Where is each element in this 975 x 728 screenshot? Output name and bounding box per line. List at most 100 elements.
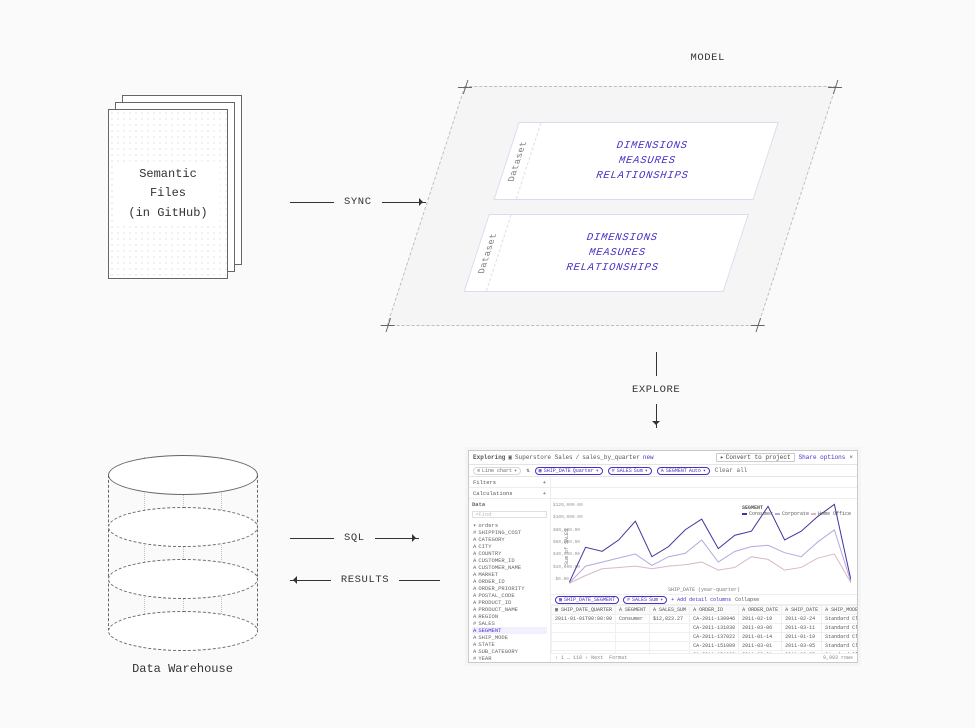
breadcrumb-exploring: Exploring bbox=[473, 454, 505, 461]
y-axis-pill[interactable]: # SALES Sum ▾ bbox=[608, 467, 652, 475]
field-row[interactable]: AMARKET bbox=[472, 571, 547, 578]
format-link[interactable]: Format bbox=[609, 655, 627, 661]
fields-search-input[interactable]: ⌕ Find bbox=[472, 511, 547, 518]
breadcrumb: Exploring ▣ Superstore Sales / sales_by_… bbox=[473, 454, 654, 461]
field-row[interactable]: AORDER_ID bbox=[472, 578, 547, 585]
model-area: MODEL Dataset DIMENSIONS MEASURES RELATI… bbox=[455, 42, 855, 342]
sync-label: SYNC bbox=[344, 196, 372, 208]
explorer-footer: ‹ 1 … 118 › Next Format 9,993 rows bbox=[551, 653, 857, 662]
files-line1: Semantic bbox=[133, 165, 203, 183]
field-row[interactable]: ASEGMENT bbox=[472, 627, 547, 634]
field-type-icon: # bbox=[473, 620, 476, 627]
sql-label: SQL bbox=[344, 532, 365, 544]
files-line2: Files bbox=[144, 184, 192, 202]
table-header: A ORDER_ID bbox=[690, 606, 739, 615]
convert-to-project-button[interactable]: ▸ Convert to project bbox=[716, 453, 794, 462]
dataset-box-1: Dataset DIMENSIONS MEASURES RELATIONSHIP… bbox=[493, 122, 778, 200]
breadcrumb-project: Superstore Sales bbox=[515, 454, 573, 461]
close-icon[interactable]: × bbox=[849, 454, 853, 461]
field-row[interactable]: #YEAR bbox=[472, 655, 547, 662]
field-row[interactable]: APRODUCT_ID bbox=[472, 599, 547, 606]
field-row[interactable]: #SHIPPING_COST bbox=[472, 529, 547, 536]
collapse-link[interactable]: Collapse bbox=[735, 597, 759, 603]
clear-all-link[interactable]: Clear all bbox=[715, 467, 747, 474]
convert-label: Convert to project bbox=[726, 454, 791, 461]
plus-icon[interactable]: + bbox=[543, 490, 546, 497]
field-row[interactable]: ▾orders bbox=[472, 522, 547, 529]
field-type-icon: # bbox=[473, 529, 476, 536]
term-relationships: RELATIONSHIPS bbox=[594, 170, 690, 182]
field-type-icon: A bbox=[473, 578, 476, 585]
field-row[interactable]: ASTATE bbox=[472, 641, 547, 648]
warehouse-label: Data Warehouse bbox=[100, 662, 265, 676]
save-icon: ▸ bbox=[720, 454, 724, 461]
table-row[interactable]: 2011-01-01T00:00:00Consumer$12,823.27CA-… bbox=[552, 615, 858, 624]
grid-col-1[interactable]: ▦ SHIP_DATE_SEGMENT bbox=[555, 596, 619, 604]
field-row[interactable]: ACITY bbox=[472, 543, 547, 550]
field-type-icon: A bbox=[473, 543, 476, 550]
field-type-icon: A bbox=[473, 634, 476, 641]
table-header: A SHIP_MODE bbox=[822, 606, 857, 615]
field-row[interactable]: APOSTAL_CODE bbox=[472, 592, 547, 599]
add-columns-link[interactable]: + Add detail columns bbox=[671, 597, 731, 603]
field-row[interactable]: ASUB_CATEGORY bbox=[472, 648, 547, 655]
color-by-pill[interactable]: A SEGMENT Auto ▾ bbox=[657, 467, 710, 475]
plus-icon bbox=[456, 80, 475, 94]
semantic-files-stack: Semantic Files (in GitHub) bbox=[108, 95, 242, 288]
calculations-panel-label[interactable]: Calculations bbox=[473, 490, 513, 497]
search-placeholder: Find bbox=[478, 511, 491, 518]
filters-panel-label[interactable]: Filters bbox=[473, 479, 496, 486]
swap-icon[interactable]: ⇅ bbox=[526, 467, 530, 474]
plus-icon bbox=[379, 318, 398, 332]
grid-col-2[interactable]: # SALES Sum ▾ bbox=[623, 596, 667, 604]
explore-label: EXPLORE bbox=[632, 384, 680, 396]
row-count: 9,993 rows bbox=[823, 655, 853, 661]
table-header: A ORDER_DATE bbox=[739, 606, 782, 615]
field-type-icon: # bbox=[473, 655, 476, 662]
field-row[interactable]: ACUSTOMER_NAME bbox=[472, 564, 547, 571]
calendar-icon: ▦ bbox=[539, 468, 542, 474]
table-row[interactable]: CA-2011-1310302011-03-062011-03-11Standa… bbox=[552, 624, 858, 633]
next-page-link[interactable]: Next bbox=[591, 655, 603, 661]
field-type-icon: A bbox=[473, 606, 476, 613]
explorer-topbar: Exploring ▣ Superstore Sales / sales_by_… bbox=[469, 451, 857, 465]
field-type-icon: A bbox=[473, 557, 476, 564]
table-header: A SALES_SUM bbox=[650, 606, 690, 615]
breadcrumb-tag: new bbox=[643, 454, 654, 461]
field-row[interactable]: APRODUCT_NAME bbox=[472, 606, 547, 613]
breadcrumb-dataset: sales_by_quarter bbox=[582, 454, 640, 461]
col-date: ▦ SHIP_DATE_QUARTER bbox=[552, 606, 616, 615]
field-type-icon: A bbox=[473, 550, 476, 557]
term-dimensions: DIMENSIONS bbox=[614, 140, 689, 152]
field-row[interactable]: ACUSTOMER_ID bbox=[472, 557, 547, 564]
data-grid: ▦ SHIP_DATE_QUARTERA SEGMENTA SALES_SUMA… bbox=[551, 605, 857, 653]
field-row[interactable]: ACOUNTRY bbox=[472, 550, 547, 557]
explore-arrow: EXPLORE bbox=[632, 352, 680, 428]
fields-sidebar: Data ⌕ Find ▾orders#SHIPPING_COSTACATEGO… bbox=[469, 499, 551, 662]
term-measures: MEASURES bbox=[617, 155, 678, 167]
table-row[interactable]: CA-2011-1370222011-01-142011-01-19Standa… bbox=[552, 633, 858, 642]
field-row[interactable]: ACATEGORY bbox=[472, 536, 547, 543]
field-row[interactable]: AREGION bbox=[472, 613, 547, 620]
field-type-icon: A bbox=[473, 627, 476, 634]
field-row[interactable]: AORDER_PRIORITY bbox=[472, 585, 547, 592]
table-header: A SHIP_DATE bbox=[782, 606, 822, 615]
field-type-icon: A bbox=[473, 613, 476, 620]
field-type-icon: A bbox=[473, 585, 476, 592]
fields-list: ▾orders#SHIPPING_COSTACATEGORYACITYACOUN… bbox=[472, 522, 547, 662]
field-type-icon: A bbox=[473, 648, 476, 655]
field-type-icon: A bbox=[473, 641, 476, 648]
table-row[interactable]: CA-2011-1510092011-03-012011-03-05Standa… bbox=[552, 642, 858, 651]
sidebar-headers: Filters + bbox=[469, 477, 857, 488]
model-plane: Dataset DIMENSIONS MEASURES RELATIONSHIP… bbox=[368, 72, 855, 340]
field-row[interactable]: #SALES bbox=[472, 620, 547, 627]
share-options-link[interactable]: Share options bbox=[799, 454, 846, 461]
plus-icon[interactable]: + bbox=[543, 479, 546, 486]
x-axis-pill[interactable]: ▦ SHIP_DATE Quarter ▾ bbox=[535, 467, 603, 475]
field-row[interactable]: ASHIP_MODE bbox=[472, 634, 547, 641]
x-axis-label: SHIP_DATE (year-quarter) bbox=[551, 587, 857, 593]
chart-type-select[interactable]: ≋ Line chart ▾ bbox=[473, 467, 521, 475]
sidebar-headers-2: Calculations + bbox=[469, 488, 857, 499]
pagination-label: ‹ 1 … 118 › bbox=[555, 655, 588, 661]
line-chart-icon: ≋ bbox=[477, 468, 480, 474]
